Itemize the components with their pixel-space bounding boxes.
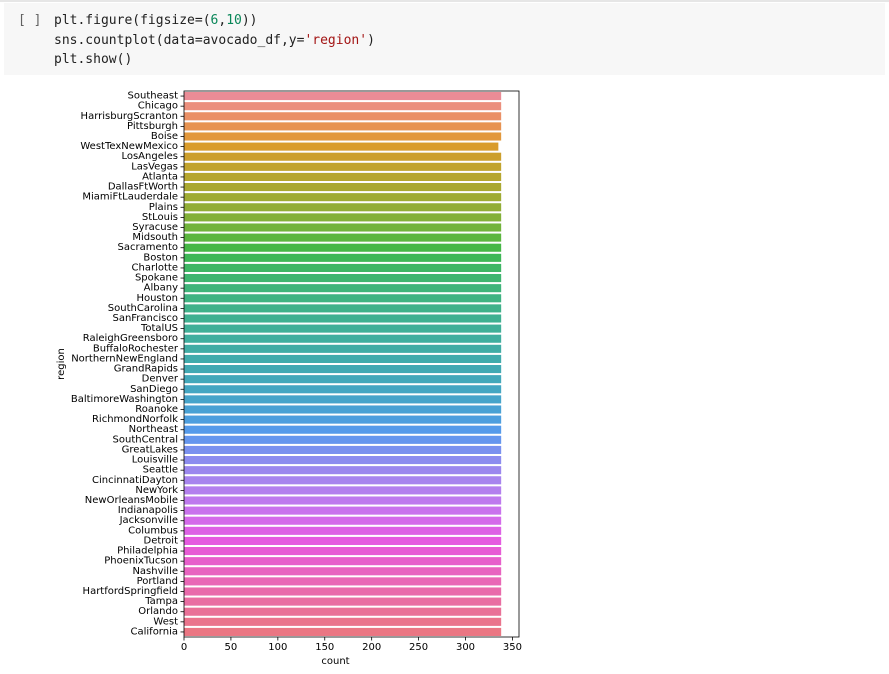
bar bbox=[184, 425, 502, 434]
code-cell[interactable]: [ ] plt.figure(figsize=(6,10)) sns.countp… bbox=[4, 3, 885, 75]
bar bbox=[184, 476, 502, 485]
x-tick-label: 0 bbox=[181, 642, 187, 653]
code-string: 'region' bbox=[304, 32, 368, 48]
code-token: plt.show() bbox=[54, 52, 133, 67]
bar bbox=[184, 557, 502, 566]
bar bbox=[184, 466, 502, 475]
x-tick-label: 250 bbox=[409, 642, 428, 653]
bar bbox=[184, 577, 502, 586]
bar bbox=[184, 456, 502, 465]
bar bbox=[184, 294, 502, 303]
bar bbox=[184, 536, 502, 545]
bar bbox=[184, 617, 502, 626]
bar bbox=[184, 223, 502, 232]
top-divider bbox=[0, 0, 889, 2]
bar bbox=[184, 183, 502, 192]
code-line: plt.figure(figsize=(6,10)) bbox=[54, 11, 375, 31]
bar bbox=[184, 365, 502, 374]
bar bbox=[184, 375, 502, 384]
bar bbox=[184, 597, 502, 606]
bar bbox=[184, 415, 502, 424]
bar bbox=[184, 102, 502, 111]
bar bbox=[184, 607, 502, 616]
bar bbox=[184, 112, 502, 121]
bar bbox=[184, 253, 502, 262]
x-tick-label: 100 bbox=[268, 642, 287, 653]
x-tick-label: 350 bbox=[503, 642, 522, 653]
bar bbox=[184, 587, 502, 596]
bar bbox=[184, 627, 502, 636]
bar bbox=[184, 284, 502, 293]
bar bbox=[184, 385, 502, 394]
bar bbox=[184, 344, 502, 353]
code-token: )) bbox=[241, 13, 258, 28]
x-tick-label: 200 bbox=[362, 642, 381, 653]
bar bbox=[184, 142, 499, 151]
run-cell-indicator[interactable]: [ ] bbox=[18, 13, 41, 28]
bar bbox=[184, 274, 502, 283]
code-line: sns.countplot(data=avocado_df,y='region'… bbox=[54, 31, 375, 51]
bar bbox=[184, 506, 502, 515]
bar bbox=[184, 132, 502, 141]
bar bbox=[184, 314, 502, 323]
countplot-chart: SoutheastChicagoHarrisburgScrantonPittsb… bbox=[56, 91, 522, 667]
x-tick-label: 300 bbox=[456, 642, 475, 653]
cell-output: Southeast Chicago HarrisburgScranton Pittsb… bbox=[0, 76, 889, 674]
x-tick-label: 50 bbox=[225, 642, 238, 653]
bar bbox=[184, 334, 502, 343]
code-editor[interactable]: plt.figure(figsize=(6,10)) sns.countplot(… bbox=[54, 11, 375, 70]
bar bbox=[184, 92, 502, 101]
bar bbox=[184, 547, 502, 556]
x-axis-label: count bbox=[321, 656, 349, 667]
code-line: plt.show() bbox=[54, 50, 375, 70]
bar bbox=[184, 152, 502, 161]
bar bbox=[184, 496, 502, 505]
bar bbox=[184, 405, 502, 414]
bar bbox=[184, 395, 502, 404]
x-tick-label: 150 bbox=[315, 642, 334, 653]
bar bbox=[184, 516, 502, 525]
bar bbox=[184, 122, 502, 131]
bar bbox=[184, 486, 502, 495]
bar bbox=[184, 203, 502, 212]
code-token: plt.figure(figsize=( bbox=[54, 13, 211, 28]
bar bbox=[184, 162, 502, 171]
bar bbox=[184, 445, 502, 454]
y-axis-label: region bbox=[56, 348, 67, 380]
bar bbox=[184, 567, 502, 576]
bar bbox=[184, 435, 502, 444]
bar bbox=[184, 213, 502, 222]
bar bbox=[184, 526, 502, 535]
code-number: 10 bbox=[226, 13, 242, 28]
bar bbox=[184, 354, 502, 363]
bar bbox=[184, 243, 502, 252]
code-token: ) bbox=[367, 32, 375, 48]
bar bbox=[184, 193, 502, 202]
y-tick-label: California bbox=[131, 626, 179, 637]
bar bbox=[184, 263, 502, 272]
bar bbox=[184, 304, 502, 313]
code-token: sns.countplot(data=avocado_df,y= bbox=[54, 32, 305, 48]
bar bbox=[184, 233, 502, 242]
bar bbox=[184, 172, 502, 181]
bar bbox=[184, 324, 502, 333]
